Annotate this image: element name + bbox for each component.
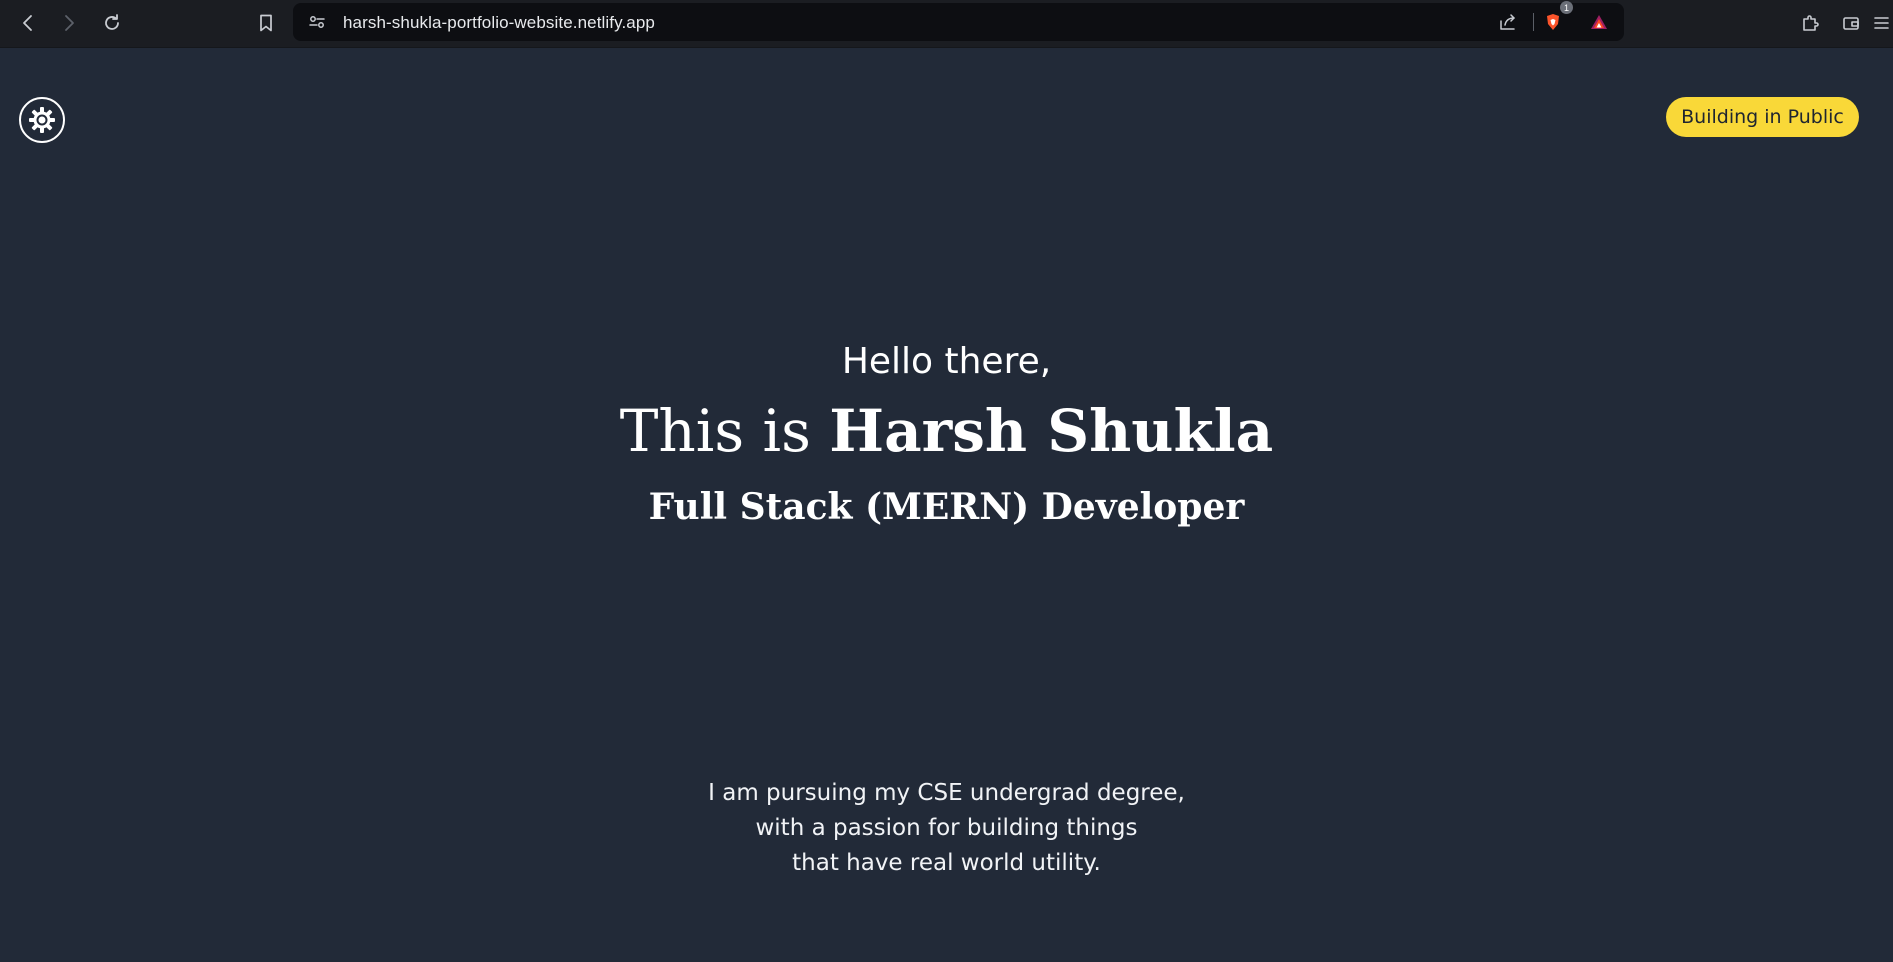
building-in-public-button[interactable]: Building in Public xyxy=(1666,97,1859,137)
forward-icon[interactable] xyxy=(54,8,84,38)
intro-prefix: This is xyxy=(619,397,811,465)
brave-rewards-icon[interactable] xyxy=(1589,12,1609,32)
back-icon[interactable] xyxy=(13,8,43,38)
brave-shields-icon[interactable] xyxy=(1543,12,1563,32)
bio-line: that have real world utility. xyxy=(792,850,1101,876)
portfolio-page: Building in Public Hello there, This is … xyxy=(0,48,1893,962)
wallet-icon[interactable] xyxy=(1836,8,1866,38)
reload-icon[interactable] xyxy=(97,8,127,38)
bio-line: with a passion for building things xyxy=(755,815,1138,841)
url-text[interactable]: harsh-shukla-portfolio-website.netlify.a… xyxy=(343,13,655,33)
extensions-icon[interactable] xyxy=(1795,8,1825,38)
share-icon[interactable] xyxy=(1498,12,1518,32)
greeting-text: Hello there, xyxy=(841,341,1052,382)
menu-icon[interactable] xyxy=(1870,8,1890,38)
role-heading: Full Stack (MERN) Developer xyxy=(648,486,1245,528)
gear-sun-icon xyxy=(29,107,55,133)
theme-toggle-button[interactable] xyxy=(19,97,65,143)
developer-name: Harsh Shukla xyxy=(829,397,1274,465)
bookmark-icon[interactable] xyxy=(251,8,281,38)
site-settings-icon[interactable] xyxy=(307,12,327,32)
shield-count-badge: 1 xyxy=(1560,1,1573,14)
omnibox-divider xyxy=(1533,13,1534,31)
intro-heading: This is Harsh Shukla xyxy=(0,397,1893,465)
bio-paragraph: I am pursuing my CSE undergrad degree, w… xyxy=(0,776,1893,881)
address-bar[interactable]: harsh-shukla-portfolio-website.netlify.a… xyxy=(293,1,1624,41)
browser-toolbar: harsh-shukla-portfolio-website.netlify.a… xyxy=(0,0,1893,48)
bio-line: I am pursuing my CSE undergrad degree, xyxy=(708,780,1185,806)
